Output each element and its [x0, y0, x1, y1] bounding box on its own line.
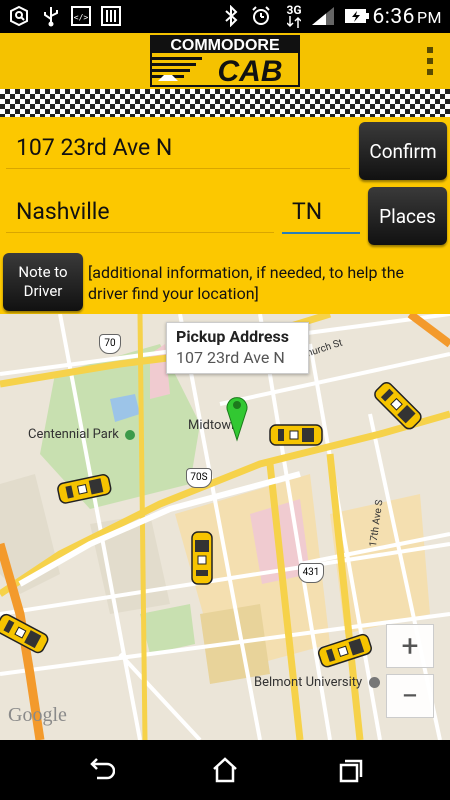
street-address-field[interactable]: 107 23rd Ave N [6, 131, 350, 169]
status-bar: </> 3G 6:36 PM [0, 0, 450, 33]
barcode-icon [100, 6, 122, 26]
google-attribution: Google [8, 704, 67, 726]
checkered-stripe [0, 89, 450, 117]
places-button[interactable]: Places [368, 187, 447, 245]
recent-apps-icon[interactable] [335, 756, 365, 784]
university-label-text: Belmont University [254, 675, 363, 690]
alarm-icon [250, 6, 272, 26]
search-notification-icon [8, 5, 30, 27]
callout-subtitle: 107 23rd Ave N [176, 348, 285, 367]
city-field[interactable]: Nashville [6, 195, 274, 233]
callout-title: Pickup Address [176, 327, 289, 346]
system-nav-bar [0, 740, 450, 800]
confirm-button[interactable]: Confirm [359, 122, 447, 180]
zoom-in-button[interactable]: + [386, 624, 434, 668]
commodore-cab-logo: COMMODORE CAB [150, 35, 300, 88]
home-icon[interactable] [210, 756, 240, 784]
university-icon [369, 677, 381, 689]
clock-ampm: PM [416, 8, 442, 27]
map-label-belmont-university: Belmont University [254, 675, 381, 690]
driver-note-field[interactable]: [additional information, if needed, to h… [88, 262, 446, 304]
logo-top-text: COMMODORE [170, 37, 280, 54]
route-70-shield: 70 [99, 334, 121, 354]
overflow-menu-icon[interactable] [424, 47, 436, 75]
back-icon[interactable] [85, 756, 116, 784]
clock-time: 6:36 [372, 5, 415, 29]
bluetooth-icon [222, 5, 240, 27]
app-bar: COMMODORE CAB [0, 33, 450, 89]
network-type-icon: 3G [280, 1, 308, 31]
state-field[interactable]: TN [282, 195, 360, 234]
zoom-out-button[interactable]: − [386, 674, 434, 718]
route-70s-shield: 70S [186, 468, 212, 488]
map-canvas [0, 314, 450, 740]
pickup-address-callout[interactable]: Pickup Address 107 23rd Ave N [166, 322, 309, 374]
logo-bottom-text: CAB [218, 55, 283, 87]
clock: 6:36 PM [372, 5, 442, 29]
park-label-text: Centennial Park [28, 427, 119, 442]
code-icon: </> [70, 6, 92, 26]
pickup-location-pin-icon[interactable] [224, 392, 250, 442]
map-label-centennial-park: Centennial Park [28, 427, 136, 442]
svg-text:</>: </> [74, 13, 89, 22]
map-view[interactable]: 70 70S 431 Centennial Park Midtown Belmo… [0, 314, 450, 740]
note-to-driver-button[interactable]: Note to Driver [3, 253, 83, 311]
address-form: 107 23rd Ave N Confirm Nashville TN Plac… [0, 117, 450, 314]
usb-icon [40, 6, 62, 27]
note-button-line2: Driver [23, 282, 63, 300]
route-431-shield: 431 [298, 563, 324, 583]
battery-charging-icon [344, 6, 370, 26]
signal-strength-icon [310, 6, 336, 26]
park-icon [125, 429, 136, 440]
note-button-line1: Note to [18, 263, 68, 281]
